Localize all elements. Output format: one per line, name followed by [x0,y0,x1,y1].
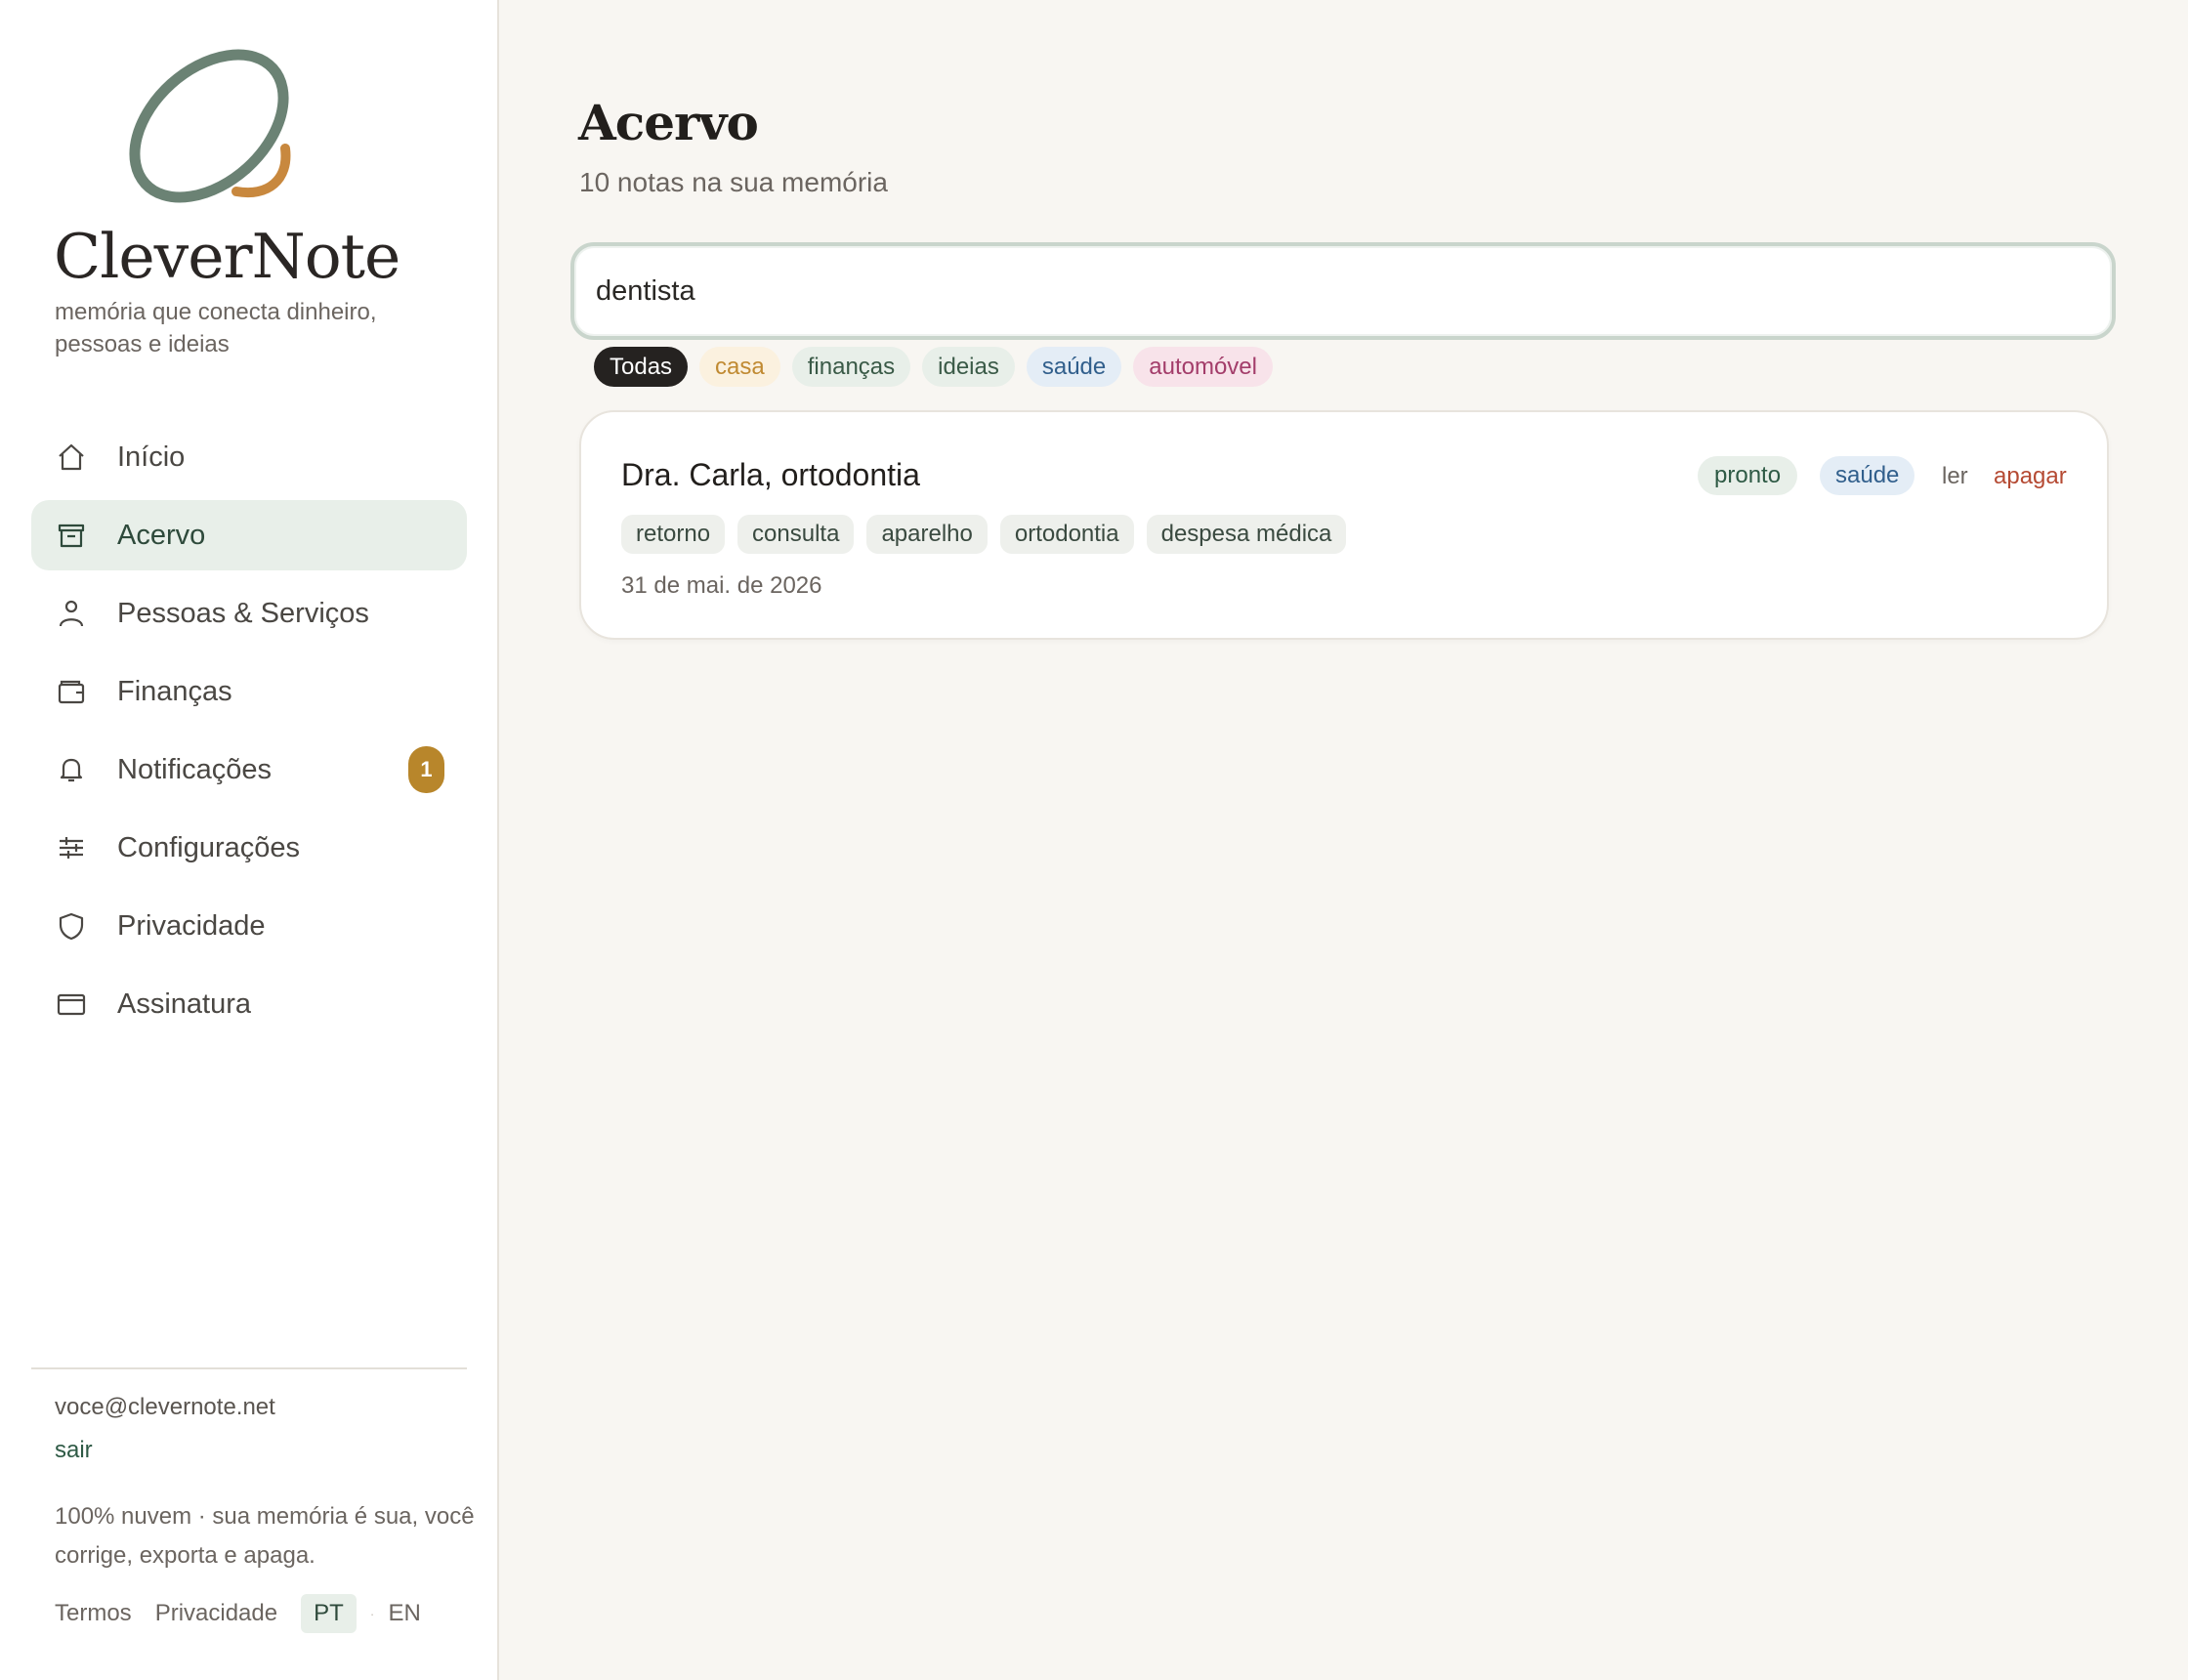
category-filter-chips: Todas casa finanças ideias saúde automóv… [594,347,1284,387]
note-tag: consulta [737,515,855,554]
sidebar-item-label: Acervo [117,519,206,551]
person-icon [55,597,88,630]
sidebar-item-privacidade[interactable]: Privacidade [31,891,467,961]
delete-note-link[interactable]: apagar [1994,463,2067,490]
note-date: 31 de mai. de 2026 [621,572,822,599]
terms-link[interactable]: Termos [55,1600,132,1627]
language-separator: · [369,1606,375,1621]
note-tag: despesa médica [1146,515,1347,554]
sidebar-item-assinatura[interactable]: Assinatura [31,969,467,1039]
note-tag: aparelho [866,515,988,554]
sidebar-item-inicio[interactable]: Início [31,422,467,492]
page-title: Acervo [578,94,759,151]
sidebar-item-financas[interactable]: Finanças [31,656,467,727]
sidebar-item-label: Pessoas & Serviços [117,597,369,629]
filter-chip-todas[interactable]: Todas [594,347,689,387]
sidebar-item-label: Notificações [117,753,272,785]
clevernote-logo-icon [121,43,297,209]
note-category-badge: saúde [1820,456,1915,495]
filter-chip-financas[interactable]: finanças [791,347,911,387]
wallet-icon [55,675,88,708]
sidebar-divider [31,1367,467,1369]
sidebar-item-pessoas-servicos[interactable]: Pessoas & Serviços [31,578,467,649]
sidebar-item-notificacoes[interactable]: Notificações 1 [31,735,467,805]
sidebar-nav: Início Acervo Pessoas & Serviços Finança… [31,422,467,1047]
sidebar-item-label: Assinatura [117,987,252,1020]
archive-icon [55,519,88,552]
sidebar: CleverNote memória que conecta dinheiro,… [0,0,499,1680]
sidebar-item-configuracoes[interactable]: Configurações [31,813,467,883]
shield-icon [55,909,88,943]
read-note-link[interactable]: ler [1942,463,1968,490]
note-title[interactable]: Dra. Carla, ortodontia [621,457,920,493]
filter-chip-automovel[interactable]: automóvel [1133,347,1273,387]
filter-chip-casa[interactable]: casa [699,347,780,387]
sidebar-item-label: Finanças [117,675,232,707]
bell-icon [55,753,88,786]
account-email: voce@clevernote.net [55,1394,275,1420]
filter-chip-saude[interactable]: saúde [1026,347,1122,387]
search-box [570,242,2116,340]
note-card[interactable]: Dra. Carla, ortodontia pronto saúde ler … [579,410,2109,640]
brand-tagline: memória que conecta dinheiro, pessoas e … [55,299,377,357]
note-tags: retorno consulta aparelho ortodontia des… [621,515,1359,554]
sidebar-item-label: Início [117,441,186,473]
home-icon [55,441,88,474]
note-tag: ortodontia [999,515,1134,554]
notification-count-badge: 1 [408,746,444,793]
card-icon [55,987,88,1021]
sidebar-item-label: Configurações [117,831,300,863]
language-en-button[interactable]: EN [388,1600,420,1627]
notes-count: 10 notas na sua memória [579,167,888,197]
note-tag: retorno [621,515,726,554]
language-pt-button[interactable]: PT [301,1594,357,1633]
filter-chip-ideias[interactable]: ideias [922,347,1015,387]
sidebar-item-label: Privacidade [117,909,266,942]
logout-link[interactable]: sair [55,1437,93,1464]
privacy-link[interactable]: Privacidade [155,1600,277,1627]
note-status-badge: pronto [1698,456,1798,495]
privacy-footnote: 100% nuvem · sua memória é sua, você cor… [55,1503,475,1569]
sidebar-item-acervo[interactable]: Acervo [31,500,467,570]
brand-name: CleverNote [54,221,400,292]
sliders-icon [55,831,88,864]
footer-links: Termos Privacidade PT · EN [55,1594,421,1633]
search-input[interactable] [596,260,2081,322]
